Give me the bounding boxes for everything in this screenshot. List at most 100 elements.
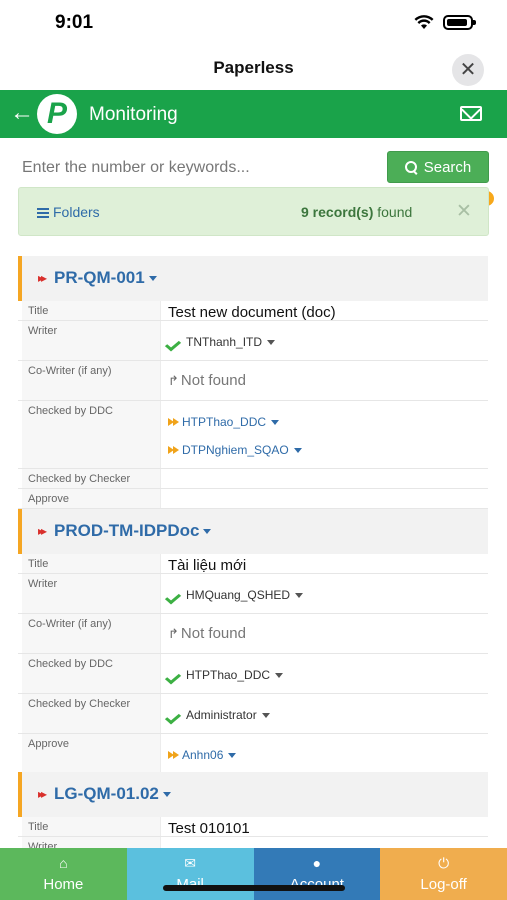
home-icon: ⌂ <box>59 855 68 871</box>
field-label: Co-Writer (if any) <box>28 365 112 377</box>
chevron-down-icon <box>228 752 237 758</box>
tab-account[interactable]: ● Account <box>253 848 381 900</box>
app-screen: 9:01 Paperless ✕ ← P Monitoring 0 Search… <box>0 0 507 900</box>
search-input[interactable] <box>22 152 377 184</box>
row-checked-checker: Checked by Checker <box>18 469 488 489</box>
record-count: 9 record(s) <box>301 204 374 220</box>
field-label: Writer <box>28 325 58 337</box>
row-co-writer: Co-Writer (if any) ↱ Not found <box>18 614 488 654</box>
paperless-logo: P <box>37 94 77 134</box>
record-header: ▸▸ PR-QM-001 <box>18 256 488 301</box>
folders-toggle[interactable]: Folders <box>37 204 100 220</box>
row-writer: Writer TNThanh_ITD <box>18 321 488 361</box>
double-arrow-icon: ▸▸ <box>38 271 47 285</box>
user-icon: ● <box>312 855 322 871</box>
share-icon: ↱ <box>168 625 179 641</box>
tab-home[interactable]: ⌂ Home <box>0 848 127 900</box>
home-indicator <box>163 885 345 891</box>
pending-arrow-icon <box>168 445 179 455</box>
record-header: ▸▸ LG-QM-01.02 <box>18 772 488 817</box>
ddc-user[interactable]: DTPNghiem_SQAO <box>168 443 302 457</box>
ddc-user[interactable]: HTPThao_DDC <box>168 668 284 682</box>
checkmark-icon <box>168 338 183 347</box>
row-title: Title Test 010101 <box>18 817 488 837</box>
document-title: Tài liệu mới <box>168 557 247 574</box>
field-label: Writer <box>28 578 58 590</box>
chevron-down-icon <box>267 339 276 345</box>
found-suffix: found <box>373 204 413 220</box>
wifi-icon <box>414 15 434 29</box>
field-label: Checked by DDC <box>28 658 113 670</box>
field-label: Title <box>28 305 49 317</box>
writer-user[interactable]: TNThanh_ITD <box>168 335 276 349</box>
field-label: Co-Writer (if any) <box>28 618 112 630</box>
field-label: Checked by Checker <box>28 473 131 485</box>
record-code[interactable]: LG-QM-01.02 <box>54 784 171 804</box>
chevron-down-icon <box>261 712 270 718</box>
bottom-tab-bar: ⌂ Home ✉ Mail ● Account ⏻ Log-off <box>0 848 507 900</box>
tab-label: Log-off <box>420 876 467 893</box>
close-icon[interactable]: ✕ <box>452 54 484 86</box>
record-card: ▸▸ PROD-TM-IDPDoc Title Tài liệu mới Wri… <box>18 509 488 774</box>
double-arrow-icon: ▸▸ <box>38 524 47 538</box>
chevron-down-icon <box>275 672 284 678</box>
row-approve: Approve Anhn06 <box>18 734 488 774</box>
chevron-down-icon <box>271 419 280 425</box>
tab-log-off[interactable]: ⏻ Log-off <box>380 848 507 900</box>
record-header: ▸▸ PROD-TM-IDPDoc <box>18 509 488 554</box>
search-button-label: Search <box>423 158 472 176</box>
row-approve: Approve <box>18 489 488 509</box>
field-label: Title <box>28 558 49 570</box>
search-button[interactable]: Search <box>387 151 489 183</box>
field-label: Approve <box>28 493 69 505</box>
status-bar: 9:01 <box>0 0 507 46</box>
approver-user[interactable]: Anhn06 <box>168 748 237 762</box>
row-title: Title Test new document (doc) <box>18 301 488 321</box>
record-code[interactable]: PROD-TM-IDPDoc <box>54 521 212 541</box>
share-icon: ↱ <box>168 372 179 388</box>
ddc-user[interactable]: HTPThao_DDC <box>168 415 280 429</box>
logo-letter: P <box>46 97 67 130</box>
tab-label: Home <box>43 876 84 893</box>
module-header: ← P Monitoring 0 <box>0 90 507 206</box>
field-label: Approve <box>28 738 69 750</box>
tab-mail[interactable]: ✉ Mail <box>126 848 254 900</box>
co-writer-value: ↱ Not found <box>168 372 246 389</box>
folders-label: Folders <box>53 204 100 220</box>
row-co-writer: Co-Writer (if any) ↱ Not found <box>18 361 488 401</box>
chevron-down-icon <box>203 529 212 535</box>
power-icon: ⏻ <box>438 855 450 871</box>
pending-arrow-icon <box>168 750 179 760</box>
row-title: Title Tài liệu mới <box>18 554 488 574</box>
dismiss-icon[interactable]: ✕ <box>456 200 472 223</box>
back-arrow-icon[interactable]: ← <box>10 99 34 127</box>
chevron-down-icon <box>162 792 171 798</box>
field-label: Title <box>28 821 49 833</box>
chevron-down-icon <box>293 447 302 453</box>
chevron-down-icon <box>148 276 157 282</box>
record-count-text: 9 record(s) found <box>301 204 412 220</box>
app-title-bar: Paperless ✕ <box>0 46 507 90</box>
double-arrow-icon: ▸▸ <box>38 787 47 801</box>
row-checked-ddc: Checked by DDC HTPThao_DDC <box>18 654 488 694</box>
search-icon <box>404 160 418 174</box>
document-title: Test 010101 <box>168 820 250 837</box>
mail-icon[interactable] <box>460 106 482 121</box>
chevron-down-icon <box>295 592 304 598</box>
writer-user[interactable]: HMQuang_QSHED <box>168 588 304 602</box>
row-writer: Writer HMQuang_QSHED <box>18 574 488 614</box>
mail-icon: ✉ <box>184 855 196 871</box>
checker-user[interactable]: Administrator <box>168 708 270 722</box>
field-label: Checked by DDC <box>28 405 113 417</box>
record-code[interactable]: PR-QM-001 <box>54 268 157 288</box>
battery-icon <box>443 15 476 30</box>
record-card: ▸▸ LG-QM-01.02 Title Test 010101 Writer <box>18 772 488 857</box>
page-title: Monitoring <box>89 104 178 125</box>
app-title: Paperless <box>213 58 294 77</box>
checkmark-icon <box>168 591 183 600</box>
document-title: Test new document (doc) <box>168 304 336 321</box>
menu-icon <box>37 206 49 220</box>
record-card: ▸▸ PR-QM-001 Title Test new document (do… <box>18 256 488 509</box>
checkmark-icon <box>168 711 183 720</box>
co-writer-value: ↱ Not found <box>168 625 246 642</box>
